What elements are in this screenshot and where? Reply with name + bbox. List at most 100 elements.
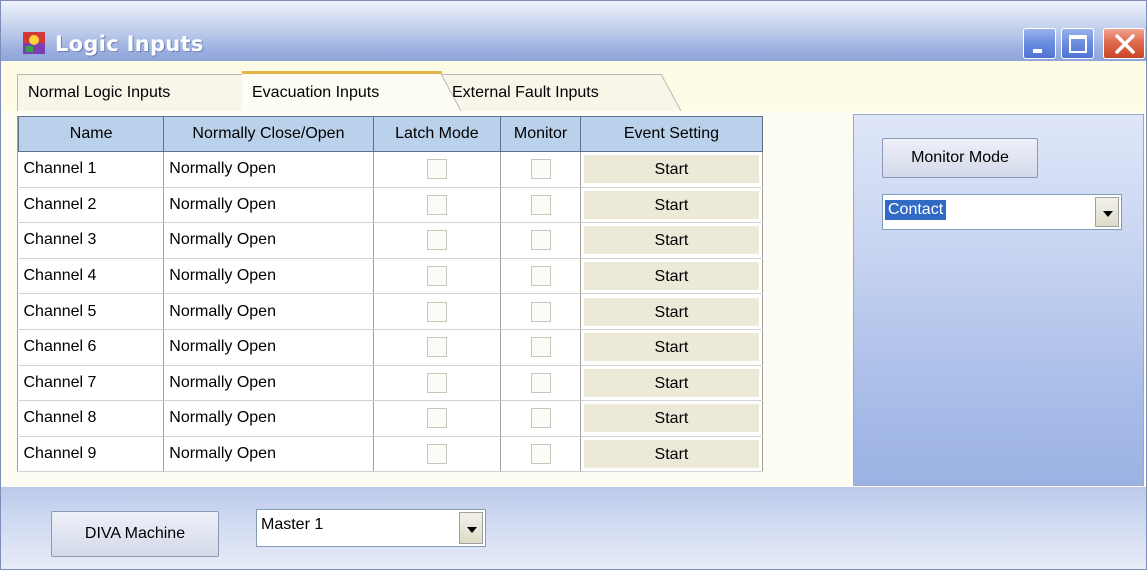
close-button[interactable] <box>1103 28 1145 59</box>
monitor-cell <box>500 436 581 473</box>
monitor-mode-button[interactable]: Monitor Mode <box>882 138 1038 178</box>
channel-grid[interactable]: Name Normally Close/Open Latch Mode Moni… <box>17 116 764 473</box>
latch-checkbox[interactable] <box>426 301 447 322</box>
start-button[interactable]: Start <box>583 262 759 291</box>
latch-checkbox[interactable] <box>426 337 447 358</box>
channel-name[interactable]: Channel 3 <box>18 222 165 259</box>
minimize-button[interactable] <box>1023 28 1056 59</box>
latch-checkbox[interactable] <box>426 230 447 251</box>
start-button[interactable]: Start <box>583 226 759 255</box>
table-row[interactable]: Channel 4 Normally Open Start <box>18 258 764 295</box>
start-button[interactable]: Start <box>583 368 759 397</box>
monitor-mode-value: Contact <box>885 200 947 220</box>
channel-table: Name Normally Close/Open Latch Mode Moni… <box>17 116 764 473</box>
monitor-checkbox[interactable] <box>530 408 551 429</box>
monitor-cell <box>500 365 581 402</box>
channel-name[interactable]: Channel 1 <box>18 151 165 188</box>
monitor-checkbox[interactable] <box>530 301 551 322</box>
latch-checkbox[interactable] <box>426 159 447 180</box>
dropdown-arrow[interactable] <box>459 512 483 544</box>
monitor-settings-panel: Monitor Mode Contact <box>853 114 1144 486</box>
table-row[interactable]: Channel 8 Normally Open Start <box>18 400 764 437</box>
channel-mode[interactable]: Normally Open <box>163 400 374 437</box>
table-row[interactable]: Channel 7 Normally Open Start <box>18 365 764 402</box>
monitor-cell <box>500 258 581 295</box>
channel-mode[interactable]: Normally Open <box>163 151 374 188</box>
monitor-checkbox[interactable] <box>530 266 551 287</box>
monitor-checkbox[interactable] <box>530 159 551 180</box>
monitor-checkbox[interactable] <box>530 337 551 358</box>
channel-mode[interactable]: Normally Open <box>163 293 374 330</box>
latch-cell <box>373 436 502 473</box>
channel-mode[interactable]: Normally Open <box>163 222 374 259</box>
monitor-mode-dropdown[interactable]: Contact <box>882 194 1122 230</box>
event-cell: Start <box>580 293 764 330</box>
table-row[interactable]: Channel 6 Normally Open Start <box>18 329 764 366</box>
channel-name[interactable]: Channel 2 <box>18 187 165 224</box>
start-button[interactable]: Start <box>583 155 759 184</box>
column-header-normally-close-open[interactable]: Normally Close/Open <box>163 116 374 152</box>
monitor-cell <box>500 222 581 259</box>
tab-normal-logic-inputs[interactable]: Normal Logic Inputs <box>17 74 242 111</box>
table-row[interactable]: Channel 9 Normally Open Start <box>18 436 764 473</box>
channel-name[interactable]: Channel 6 <box>18 329 165 366</box>
monitor-cell <box>500 293 581 330</box>
latch-cell <box>373 222 502 259</box>
latch-cell <box>373 258 502 295</box>
title-bar[interactable]: Logic Inputs <box>1 1 1146 61</box>
latch-cell <box>373 187 502 224</box>
table-row[interactable]: Channel 1 Normally Open Start <box>18 151 764 188</box>
machine-value: Master 1 <box>261 516 324 533</box>
channel-mode[interactable]: Normally Open <box>163 436 374 473</box>
channel-mode[interactable]: Normally Open <box>163 365 374 402</box>
maximize-button[interactable] <box>1061 28 1094 59</box>
event-cell: Start <box>580 365 764 402</box>
latch-checkbox[interactable] <box>426 408 447 429</box>
monitor-checkbox[interactable] <box>530 444 551 465</box>
column-header-event-setting[interactable]: Event Setting <box>579 116 764 152</box>
diva-machine-button[interactable]: DIVA Machine <box>51 511 219 557</box>
event-cell: Start <box>580 258 764 295</box>
channel-name[interactable]: Channel 4 <box>18 258 165 295</box>
machine-dropdown[interactable]: Master 1 <box>256 509 486 547</box>
channel-mode[interactable]: Normally Open <box>163 258 374 295</box>
channel-mode[interactable]: Normally Open <box>163 187 374 224</box>
start-button[interactable]: Start <box>583 404 759 433</box>
start-button[interactable]: Start <box>583 190 759 219</box>
latch-checkbox[interactable] <box>426 372 447 393</box>
channel-name[interactable]: Channel 9 <box>18 436 165 473</box>
dropdown-arrow[interactable] <box>1095 197 1119 227</box>
event-cell: Start <box>580 436 764 473</box>
start-button[interactable]: Start <box>583 440 759 469</box>
tab-evacuation-inputs[interactable]: Evacuation Inputs <box>242 71 442 111</box>
start-button[interactable]: Start <box>583 333 759 362</box>
latch-cell <box>373 365 502 402</box>
table-row[interactable]: Channel 5 Normally Open Start <box>18 293 764 330</box>
latch-checkbox[interactable] <box>426 266 447 287</box>
maximize-icon <box>1069 35 1087 53</box>
table-row[interactable]: Channel 3 Normally Open Start <box>18 222 764 259</box>
column-header-latch-mode[interactable]: Latch Mode <box>372 116 502 152</box>
tab-external-fault-inputs[interactable]: External Fault Inputs <box>442 74 662 111</box>
column-header-name[interactable]: Name <box>17 116 165 152</box>
monitor-checkbox[interactable] <box>530 372 551 393</box>
latch-checkbox[interactable] <box>426 194 447 215</box>
latch-checkbox[interactable] <box>426 444 447 465</box>
channel-name[interactable]: Channel 8 <box>18 400 165 437</box>
event-cell: Start <box>580 187 764 224</box>
event-cell: Start <box>580 151 764 188</box>
latch-cell <box>373 400 502 437</box>
start-button[interactable]: Start <box>583 297 759 326</box>
channel-mode[interactable]: Normally Open <box>163 329 374 366</box>
tab-label: External Fault Inputs <box>452 84 599 101</box>
channel-name[interactable]: Channel 7 <box>18 365 165 402</box>
chevron-down-icon <box>1103 211 1113 217</box>
column-header-monitor[interactable]: Monitor <box>500 116 581 152</box>
table-row[interactable]: Channel 2 Normally Open Start <box>18 187 764 224</box>
event-cell: Start <box>580 222 764 259</box>
tab-label: Normal Logic Inputs <box>28 84 171 101</box>
window-title: Logic Inputs <box>55 32 204 56</box>
channel-name[interactable]: Channel 5 <box>18 293 165 330</box>
monitor-checkbox[interactable] <box>530 194 551 215</box>
monitor-checkbox[interactable] <box>530 230 551 251</box>
